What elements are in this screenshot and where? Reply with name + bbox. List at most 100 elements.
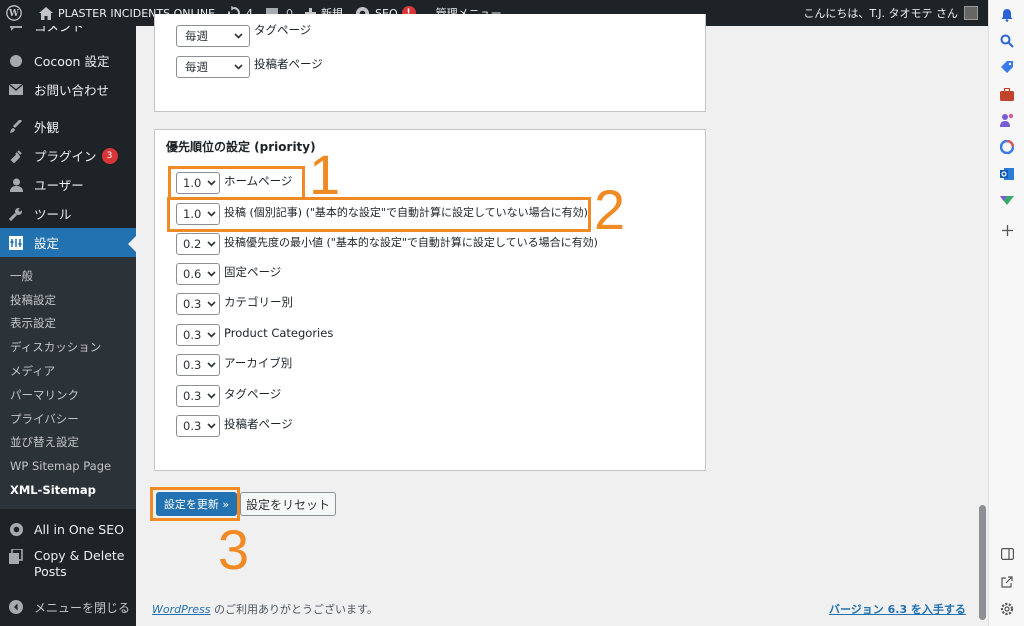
sidebar-item-label: Copy & Delete Posts — [34, 547, 125, 579]
sidebar-item-label: All in One SEO — [34, 521, 124, 537]
wrench-icon — [6, 205, 26, 223]
priority-row-authors: 0.3 投稿者ページ — [176, 415, 293, 437]
circle-icon — [6, 52, 26, 70]
comment-icon — [6, 26, 26, 35]
wordpress-link[interactable]: WordPress — [152, 603, 211, 616]
chevron-down-icon — [207, 393, 216, 399]
priority-box-title: 優先順位の設定 (priority) — [166, 140, 316, 154]
sidebar-item-label: お問い合わせ — [34, 83, 110, 98]
priority-select[interactable]: 0.3 — [176, 324, 220, 346]
annotation-highlight-update — [150, 487, 240, 521]
sidebar-item-label: プラグイン — [34, 149, 97, 164]
chevron-down-icon — [207, 271, 216, 277]
priority-label: 投稿者ページ — [224, 417, 293, 431]
reset-settings-button[interactable]: 設定をリセット — [240, 492, 336, 516]
sidebar-item-all-in-one-seo[interactable]: All in One SEO — [0, 515, 136, 544]
collapse-menu-button[interactable]: メニューを閉じる — [0, 593, 136, 622]
avatar — [964, 6, 978, 20]
change-frequency-box: 毎週 タグページ 毎週 投稿者ページ — [154, 14, 706, 112]
sidebar-item-copy-delete-posts[interactable]: Copy & Delete Posts — [0, 544, 136, 590]
briefcase-icon[interactable] — [999, 86, 1015, 102]
chevron-down-icon — [234, 33, 243, 39]
priority-select[interactable]: 0.2 — [176, 233, 220, 255]
gear-icon[interactable] — [999, 601, 1015, 617]
sidebar-item-users[interactable]: ユーザー — [0, 170, 136, 199]
footer-thanks: WordPress のご利用ありがとうございます。 — [152, 601, 378, 617]
get-version-link[interactable]: バージョン 6.3 を入手する — [829, 601, 966, 617]
sidebar-item-settings[interactable]: 設定 — [0, 228, 136, 257]
chevron-down-icon — [207, 301, 216, 307]
priority-select[interactable]: 0.3 — [176, 415, 220, 437]
submenu-item-wp-sitemap-page[interactable]: WP Sitemap Page — [0, 454, 136, 478]
paintbrush-icon — [6, 118, 26, 136]
copy-icon — [6, 548, 26, 566]
sidebar-item-cocoon[interactable]: Cocoon 設定 — [0, 46, 136, 75]
frequency-select[interactable]: 毎週 — [176, 25, 250, 47]
submenu-item-writing[interactable]: 投稿設定 — [0, 288, 136, 312]
submenu-item-privacy[interactable]: プライバシー — [0, 407, 136, 431]
frequency-select[interactable]: 毎週 — [176, 56, 250, 78]
sidebar-item-plugins[interactable]: プラグイン 3 — [0, 141, 136, 170]
annotation-highlight-home — [168, 166, 305, 200]
sidebar-item-contact[interactable]: お問い合わせ — [0, 75, 136, 104]
priority-label: タグページ — [224, 387, 282, 401]
search-icon[interactable] — [999, 33, 1015, 49]
submenu-item-permalinks[interactable]: パーマリンク — [0, 383, 136, 407]
submenu-item-general[interactable]: 一般 — [0, 264, 136, 288]
settings-icon — [6, 234, 26, 252]
footer-thanks-text: のご利用ありがとうございます。 — [210, 603, 378, 616]
external-link-icon[interactable] — [999, 574, 1015, 590]
priority-select[interactable]: 0.3 — [176, 293, 220, 315]
priority-label: カテゴリー別 — [224, 295, 293, 309]
frequency-row-author: 毎週 投稿者ページ — [176, 56, 323, 78]
sidebar-item-appearance[interactable]: 外観 — [0, 112, 136, 141]
sidebar-item-label: コメント — [34, 26, 85, 34]
admin-menu: コメント Cocoon 設定 お問い合わせ 外観 プラグイン 3 ユーザー ツー… — [0, 26, 136, 626]
plugin-icon — [6, 147, 26, 165]
priority-label: アーカイブ別 — [224, 356, 293, 370]
chevron-down-icon — [207, 241, 216, 247]
annotation-number-1: 1 — [309, 143, 341, 206]
priority-label: Product Categories — [224, 326, 334, 340]
split-view-icon[interactable] — [999, 546, 1015, 562]
submenu-item-reading[interactable]: 表示設定 — [0, 312, 136, 336]
chevron-down-icon — [207, 332, 216, 338]
tag-icon[interactable] — [999, 59, 1015, 75]
mail-icon — [6, 81, 26, 99]
add-icon[interactable] — [999, 222, 1015, 238]
browser-sidebar — [988, 0, 1024, 626]
submenu-item-discussion[interactable]: ディスカッション — [0, 335, 136, 359]
sidebar-item-label: 設定 — [34, 236, 60, 251]
priority-row-product-categories: 0.3 Product Categories — [176, 324, 333, 346]
frequency-label: タグページ — [254, 23, 312, 37]
bell-icon[interactable] — [999, 7, 1015, 23]
chevron-down-icon — [234, 64, 243, 70]
frequency-label: 投稿者ページ — [254, 57, 323, 71]
home-icon — [39, 6, 53, 20]
priority-row-min-post: 0.2 投稿優先度の最小値 ("基本的な設定"で自動計算に設定している場合に有効… — [176, 233, 598, 255]
outlook-icon[interactable] — [999, 166, 1015, 182]
submenu-item-xml-sitemap[interactable]: XML-Sitemap — [0, 478, 136, 502]
priority-label: 投稿優先度の最小値 ("基本的な設定"で自動計算に設定している場合に有効) — [224, 236, 598, 249]
sidebar-item-comments[interactable]: コメント — [0, 26, 136, 35]
greeting-text: こんにちは、T.J. タオモテ さん — [803, 7, 958, 20]
scrollbar-thumb[interactable] — [979, 505, 986, 620]
collapse-menu-label: メニューを閉じる — [34, 600, 131, 615]
svg-text:W: W — [8, 9, 19, 19]
wordpress-logo-icon[interactable]: W — [0, 0, 33, 26]
priority-select[interactable]: 0.3 — [176, 385, 220, 407]
sidebar-item-label: Cocoon 設定 — [34, 54, 110, 69]
priority-select[interactable]: 0.3 — [176, 354, 220, 376]
office-icon[interactable] — [999, 139, 1015, 155]
chevron-down-icon — [207, 423, 216, 429]
priority-label: 固定ページ — [224, 265, 282, 279]
submenu-item-sort-settings[interactable]: 並び替え設定 — [0, 431, 136, 455]
priority-row-categories: 0.3 カテゴリー別 — [176, 293, 293, 315]
people-icon[interactable] — [999, 112, 1015, 128]
priority-row-tags: 0.3 タグページ — [176, 385, 281, 407]
designer-icon[interactable] — [999, 192, 1015, 208]
submenu-item-media[interactable]: メディア — [0, 359, 136, 383]
priority-select[interactable]: 0.6 — [176, 263, 220, 285]
sidebar-item-label: 外観 — [34, 120, 60, 135]
sidebar-item-tools[interactable]: ツール — [0, 199, 136, 228]
